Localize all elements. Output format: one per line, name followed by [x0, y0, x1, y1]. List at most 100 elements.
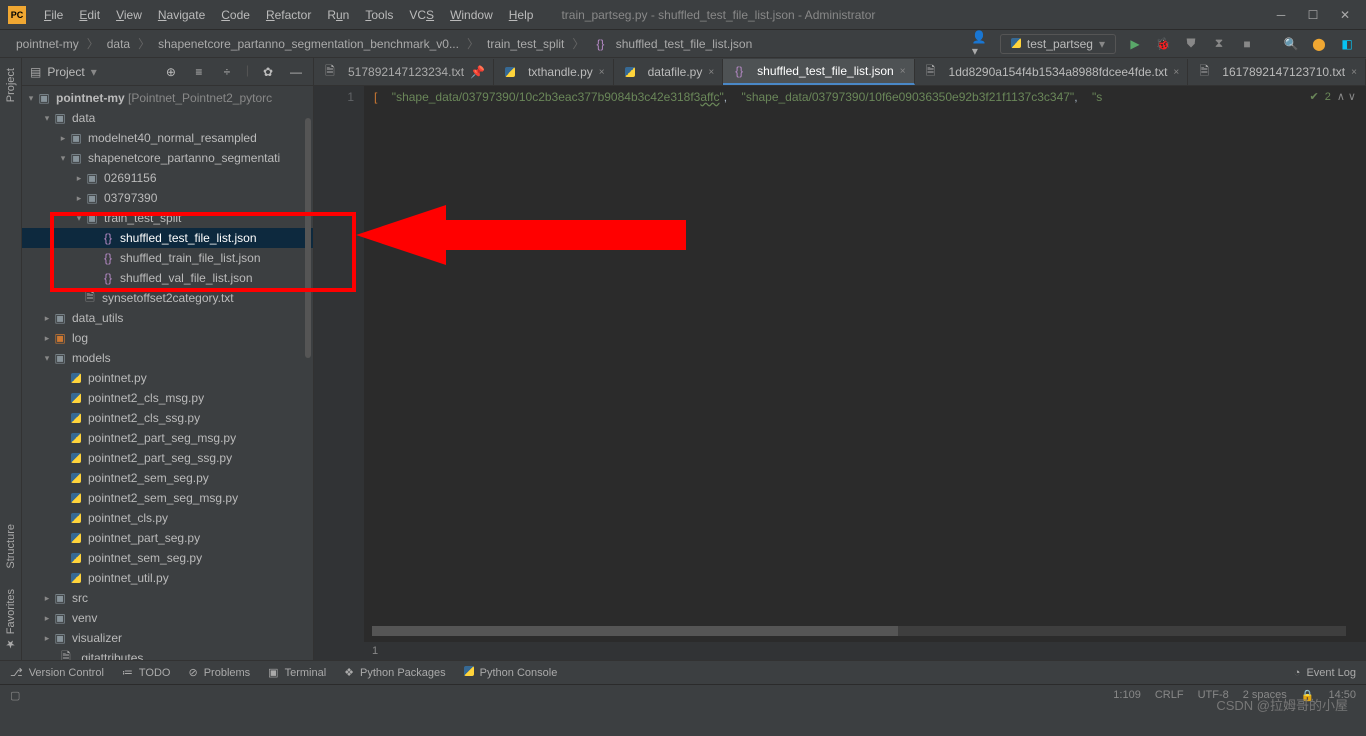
menu-view[interactable]: View — [108, 4, 150, 26]
tree-models[interactable]: ▾▣models — [22, 348, 313, 368]
menu-vcs[interactable]: VCS — [401, 4, 442, 26]
coverage-button[interactable]: ⛊ — [1182, 35, 1200, 53]
horizontal-scrollbar[interactable] — [372, 626, 1346, 636]
status-encoding[interactable]: UTF-8 — [1198, 689, 1229, 702]
tree-m8[interactable]: pointnet_cls.py — [22, 508, 313, 528]
close-icon[interactable]: × — [1173, 67, 1179, 78]
menu-edit[interactable]: Edit — [71, 4, 108, 26]
tab-4[interactable]: 🗎1dd8290a154f4b1534a8988fdcee4fde.txt× — [915, 59, 1189, 85]
status-position[interactable]: 1:109 — [1113, 689, 1141, 702]
close-icon[interactable]: × — [1351, 67, 1357, 78]
pyconsole-tool[interactable]: Python Console — [464, 666, 558, 679]
tree-m5[interactable]: pointnet2_part_seg_ssg.py — [22, 448, 313, 468]
tool-favorites-tab[interactable]: ★ Favorites — [2, 579, 19, 660]
tree-m3[interactable]: pointnet2_cls_ssg.py — [22, 408, 313, 428]
maximize-button[interactable]: ☐ — [1306, 8, 1320, 22]
tree-m4[interactable]: pointnet2_part_seg_msg.py — [22, 428, 313, 448]
user-icon[interactable]: 👤▾ — [972, 35, 990, 53]
todo-tool[interactable]: ≔TODO — [122, 666, 171, 679]
expand-icon[interactable]: ≡ — [190, 63, 208, 81]
locate-icon[interactable]: ⊕ — [162, 63, 180, 81]
tree-src[interactable]: ▸▣src — [22, 588, 313, 608]
menu-refactor[interactable]: Refactor — [258, 4, 319, 26]
tab-0[interactable]: 🗎517892147123234.txt📌 — [314, 59, 494, 85]
eventlog-tool[interactable]: ◔Event Log — [1294, 667, 1356, 679]
project-panel: ▤ Project ▾ ⊕ ≡ ÷ | ✿ — ▾▣pointnet-my [P… — [22, 58, 314, 660]
tree-gita[interactable]: 🗎.gitattributes — [22, 648, 313, 660]
folder-icon: ▣ — [84, 191, 100, 205]
tree-root[interactable]: ▾▣pointnet-my [Pointnet_Pointnet2_pytorc — [22, 88, 313, 108]
tree-scrollbar[interactable] — [305, 118, 311, 358]
settings-icon[interactable]: ✿ — [259, 63, 277, 81]
tab-1[interactable]: txthandle.py× — [494, 59, 614, 85]
breadcrumb-3[interactable]: train_test_split — [481, 35, 570, 53]
tree-m7[interactable]: pointnet2_sem_seg_msg.py — [22, 488, 313, 508]
status-indent[interactable]: 2 spaces — [1243, 689, 1287, 702]
tab-3[interactable]: {}shuffled_test_file_list.json× — [723, 59, 914, 85]
tree-m10[interactable]: pointnet_sem_seg.py — [22, 548, 313, 568]
close-icon[interactable]: × — [599, 67, 605, 78]
status-eol[interactable]: CRLF — [1155, 689, 1184, 702]
tree-data[interactable]: ▾▣data — [22, 108, 313, 128]
menu-navigate[interactable]: Navigate — [150, 4, 213, 26]
status-corner-icon[interactable]: ▢ — [10, 689, 20, 702]
tree-m9[interactable]: pointnet_part_seg.py — [22, 528, 313, 548]
tree-j3[interactable]: {}shuffled_val_file_list.json — [22, 268, 313, 288]
tree-tts[interactable]: ▾▣train_test_split — [22, 208, 313, 228]
menu-tools[interactable]: Tools — [357, 4, 401, 26]
debug-button[interactable]: 🐞 — [1154, 35, 1172, 53]
breadcrumb-4[interactable]: {} shuffled_test_file_list.json — [586, 35, 758, 53]
close-button[interactable]: ✕ — [1338, 8, 1352, 22]
tree-d1[interactable]: ▸▣02691156 — [22, 168, 313, 188]
hide-icon[interactable]: — — [287, 63, 305, 81]
menu-file[interactable]: File — [36, 4, 71, 26]
code-area[interactable]: 1 [ "shape_data/03797390/10c2b3eac377b90… — [314, 86, 1366, 642]
code-with-me-icon[interactable]: ◧ — [1338, 35, 1356, 53]
tree-data-utils[interactable]: ▸▣data_utils — [22, 308, 313, 328]
menu-run[interactable]: Run — [319, 4, 357, 26]
tab-2[interactable]: datafile.py× — [614, 59, 724, 85]
collapse-icon[interactable]: ÷ — [218, 63, 236, 81]
tab-5[interactable]: 🗎1617892147123710.txt× — [1188, 59, 1366, 85]
tree-m11[interactable]: pointnet_util.py — [22, 568, 313, 588]
tree-log[interactable]: ▸▣log — [22, 328, 313, 348]
tree-m2[interactable]: pointnet2_cls_msg.py — [22, 388, 313, 408]
ide-updates-icon[interactable]: ⬤ — [1310, 35, 1328, 53]
run-button[interactable]: ▶ — [1126, 35, 1144, 53]
folder-icon: ▣ — [52, 631, 68, 645]
tree-j2[interactable]: {}shuffled_train_file_list.json — [22, 248, 313, 268]
project-panel-title[interactable]: ▤ Project ▾ — [30, 65, 97, 79]
stop-button[interactable]: ■ — [1238, 35, 1256, 53]
terminal-tool[interactable]: ▣Terminal — [268, 666, 326, 679]
menu-help[interactable]: Help — [501, 4, 542, 26]
tree-m1[interactable]: pointnet.py — [22, 368, 313, 388]
tree-syn[interactable]: 🗎synsetoffset2category.txt — [22, 288, 313, 308]
tool-structure-tab[interactable]: Structure — [3, 514, 19, 579]
tool-project-tab[interactable]: Project — [3, 58, 19, 112]
tree-shapenet[interactable]: ▾▣shapenetcore_partanno_segmentati — [22, 148, 313, 168]
status-lock-icon[interactable]: 🔒 — [1301, 689, 1315, 702]
problems-tool[interactable]: ⊘Problems — [188, 666, 250, 679]
menu-code[interactable]: Code — [213, 4, 258, 26]
tree-venv[interactable]: ▸▣venv — [22, 608, 313, 628]
tree-modelnet[interactable]: ▸▣modelnet40_normal_resampled — [22, 128, 313, 148]
breadcrumb-2[interactable]: shapenetcore_partanno_segmentation_bench… — [152, 35, 465, 53]
breadcrumb-1[interactable]: data — [101, 35, 136, 53]
breadcrumb-0[interactable]: pointnet-my — [10, 35, 85, 53]
code-content[interactable]: [ "shape_data/03797390/10c2b3eac377b9084… — [364, 86, 1366, 642]
profile-button[interactable]: ⧗ — [1210, 35, 1228, 53]
run-config-selector[interactable]: test_partseg ▾ — [1000, 34, 1116, 54]
pypkg-tool[interactable]: ❖Python Packages — [344, 666, 446, 679]
tree-j1[interactable]: {}shuffled_test_file_list.json — [22, 228, 313, 248]
menu-window[interactable]: Window — [442, 4, 501, 26]
search-everywhere-button[interactable]: 🔍 — [1282, 35, 1300, 53]
minimize-button[interactable]: ─ — [1274, 8, 1288, 22]
close-icon[interactable]: × — [900, 66, 906, 77]
close-icon[interactable]: × — [708, 67, 714, 78]
vcs-tool[interactable]: ⎇Version Control — [10, 666, 104, 679]
inspection-widget[interactable]: ✔ 2 ∧ ∨ — [1309, 90, 1356, 103]
tree-vis[interactable]: ▸▣visualizer — [22, 628, 313, 648]
project-tree[interactable]: ▾▣pointnet-my [Pointnet_Pointnet2_pytorc… — [22, 86, 313, 660]
tree-d2[interactable]: ▸▣03797390 — [22, 188, 313, 208]
tree-m6[interactable]: pointnet2_sem_seg.py — [22, 468, 313, 488]
